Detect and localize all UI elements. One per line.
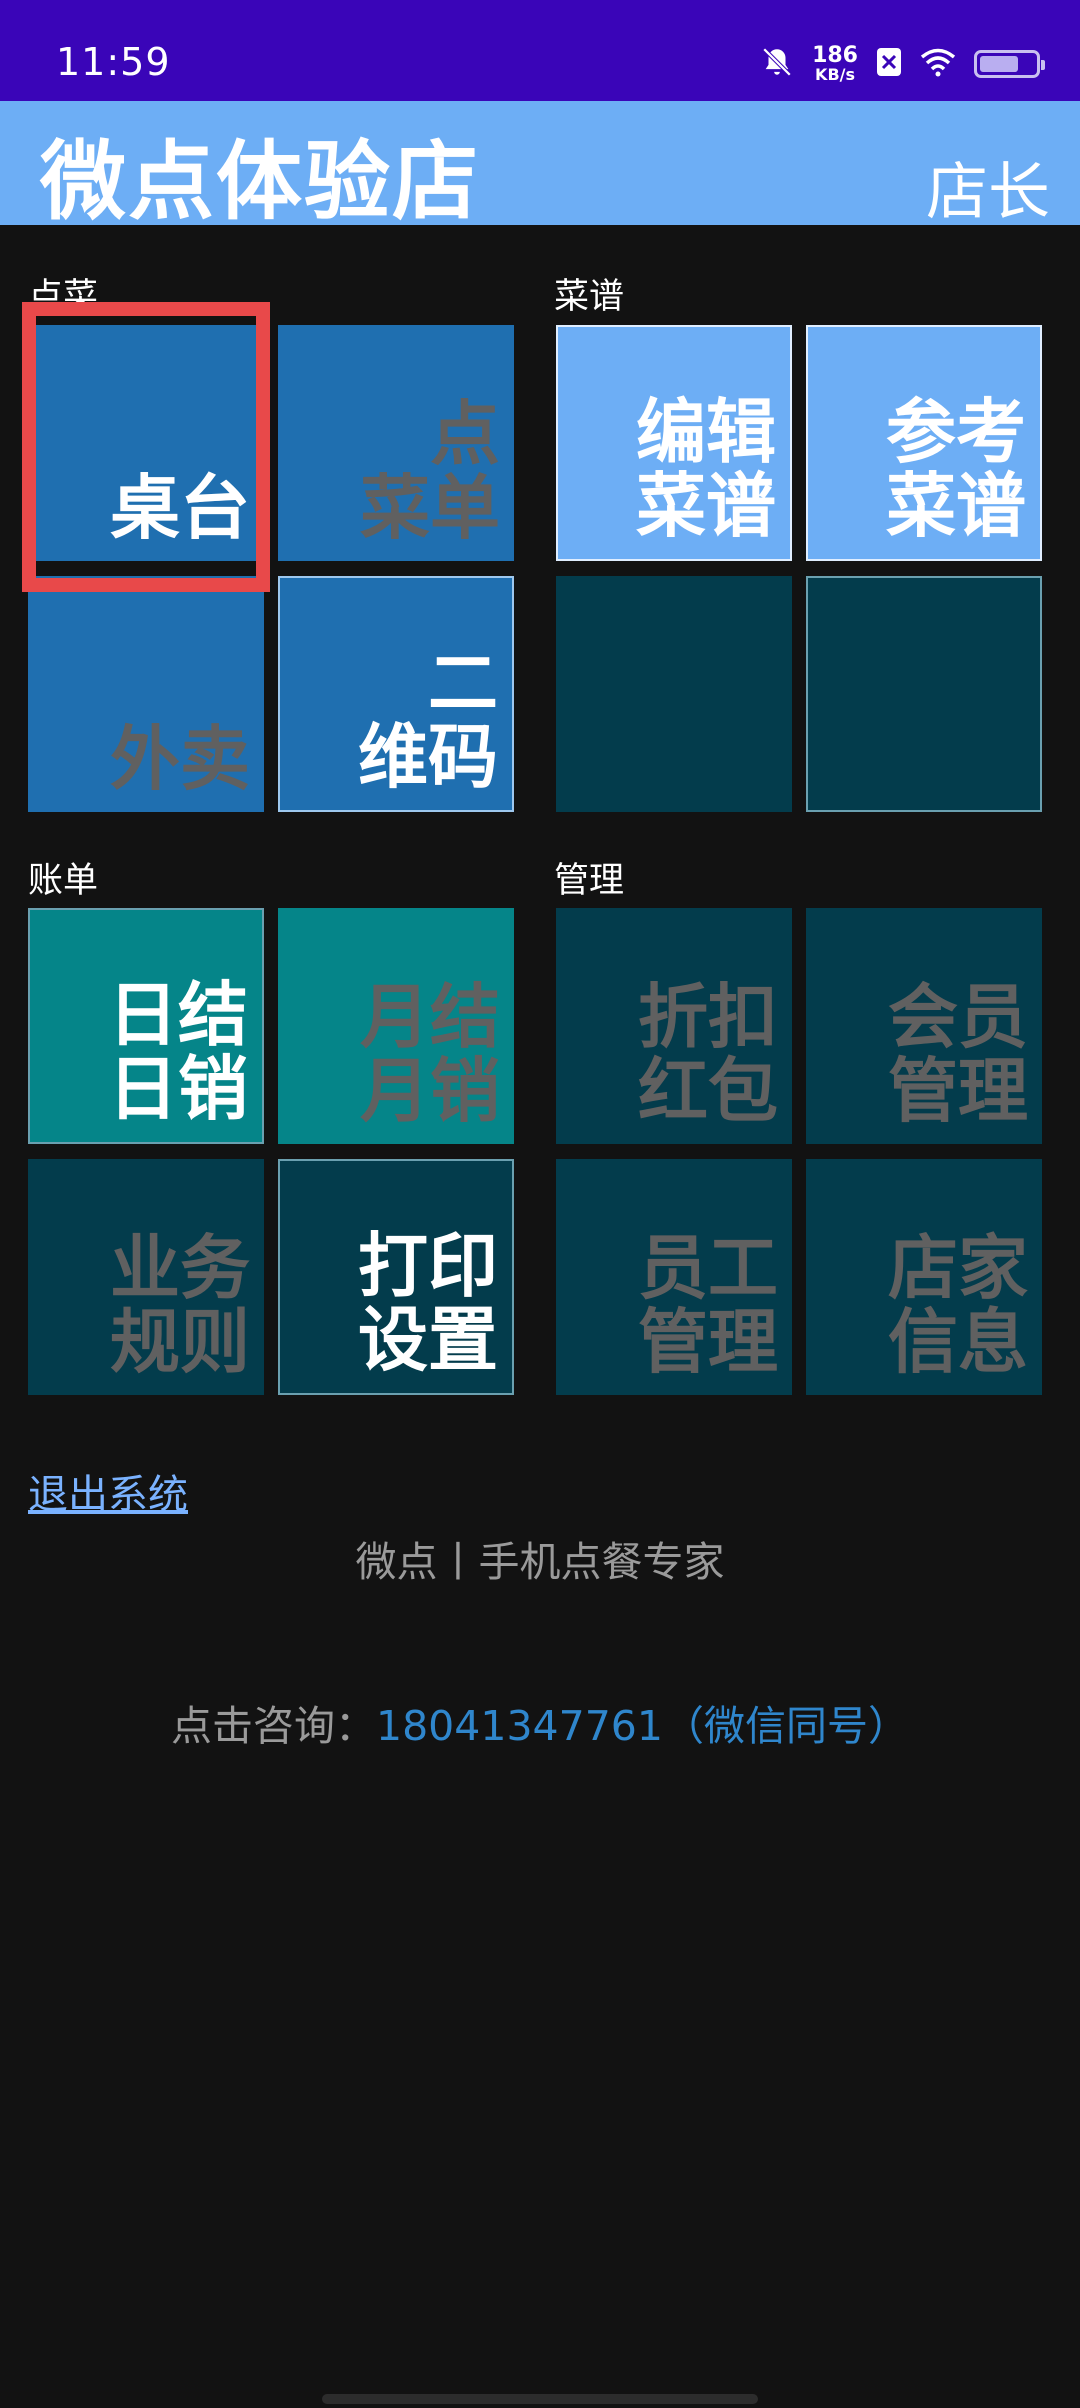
tile-ref-menu-label: 参考 菜谱	[886, 391, 1026, 547]
slogan: 微点丨手机点餐专家	[355, 1538, 725, 1586]
tile-monthly-settle-label: 月结 月销	[360, 976, 500, 1132]
net-speed: 186 KB/s	[812, 45, 858, 83]
battery-fill	[980, 56, 1018, 72]
tile-print-settings[interactable]: 打印 设置	[278, 1159, 514, 1395]
consult-prefix: 点击咨询：	[171, 1702, 377, 1750]
wifi-icon	[920, 47, 956, 81]
tile-staff-label: 员工 管理	[638, 1227, 778, 1383]
battery-icon	[974, 50, 1045, 78]
tile-discount-label: 折扣 红包	[638, 976, 778, 1132]
tile-shop-info-label: 店家 信息	[888, 1227, 1028, 1383]
net-speed-value: 186	[812, 43, 858, 68]
tile-discount[interactable]: 折扣 红包	[556, 908, 792, 1144]
shop-name: 微点体验店	[40, 132, 480, 232]
logout-link[interactable]: 退出系统	[28, 1462, 188, 1520]
section-title-manage: 管理	[554, 861, 625, 901]
status-time: 11:59	[56, 40, 171, 84]
section-title-menu: 菜谱	[554, 277, 625, 317]
tile-ref-menu[interactable]: 参考 菜谱	[806, 325, 1042, 561]
app-header: 微点体验店 店长	[0, 101, 1080, 232]
tile-staff[interactable]: 员工 管理	[556, 1159, 792, 1395]
tile-takeout[interactable]: 外卖	[28, 576, 264, 812]
tile-monthly-settle[interactable]: 月结 月销	[278, 908, 514, 1144]
status-icons: 186 KB/s	[760, 40, 1045, 88]
tile-qrcode-label: 二维码	[358, 642, 498, 798]
tile-qrcode[interactable]: 二维码	[278, 576, 514, 812]
tile-shop-info[interactable]: 店家 信息	[806, 1159, 1042, 1395]
highlight-box	[22, 302, 270, 592]
role-label[interactable]: 店长	[926, 141, 1050, 231]
tile-empty-2	[806, 576, 1042, 812]
sim-x-icon	[876, 47, 902, 81]
net-speed-unit: KB/s	[815, 65, 856, 84]
tile-print-settings-label: 打印 设置	[358, 1225, 498, 1381]
status-bar: 11:59 186 KB/s	[0, 0, 1080, 101]
tile-member-label: 会员 管理	[888, 976, 1028, 1132]
section-title-bill: 账单	[28, 861, 99, 901]
tile-order-list-label: 点菜单	[360, 393, 500, 549]
tile-daily-settle[interactable]: 日结 日销	[28, 908, 264, 1144]
tile-business-rules-label: 业务 规则	[110, 1227, 250, 1383]
home-indicator[interactable]	[322, 2394, 758, 2404]
tile-takeout-label: 外卖	[110, 717, 250, 800]
consult-phone-link[interactable]: 18041347761（微信同号）	[376, 1702, 909, 1750]
tile-daily-settle-label: 日结 日销	[108, 974, 248, 1130]
consult-line: 点击咨询：18041347761（微信同号）	[0, 1692, 1080, 1752]
tile-edit-menu-label: 编辑 菜谱	[636, 391, 776, 547]
tile-order-list[interactable]: 点菜单	[278, 325, 514, 561]
bell-muted-icon	[760, 45, 794, 83]
tile-empty-1	[556, 576, 792, 812]
tile-member[interactable]: 会员 管理	[806, 908, 1042, 1144]
tile-business-rules[interactable]: 业务 规则	[28, 1159, 264, 1395]
tile-edit-menu[interactable]: 编辑 菜谱	[556, 325, 792, 561]
